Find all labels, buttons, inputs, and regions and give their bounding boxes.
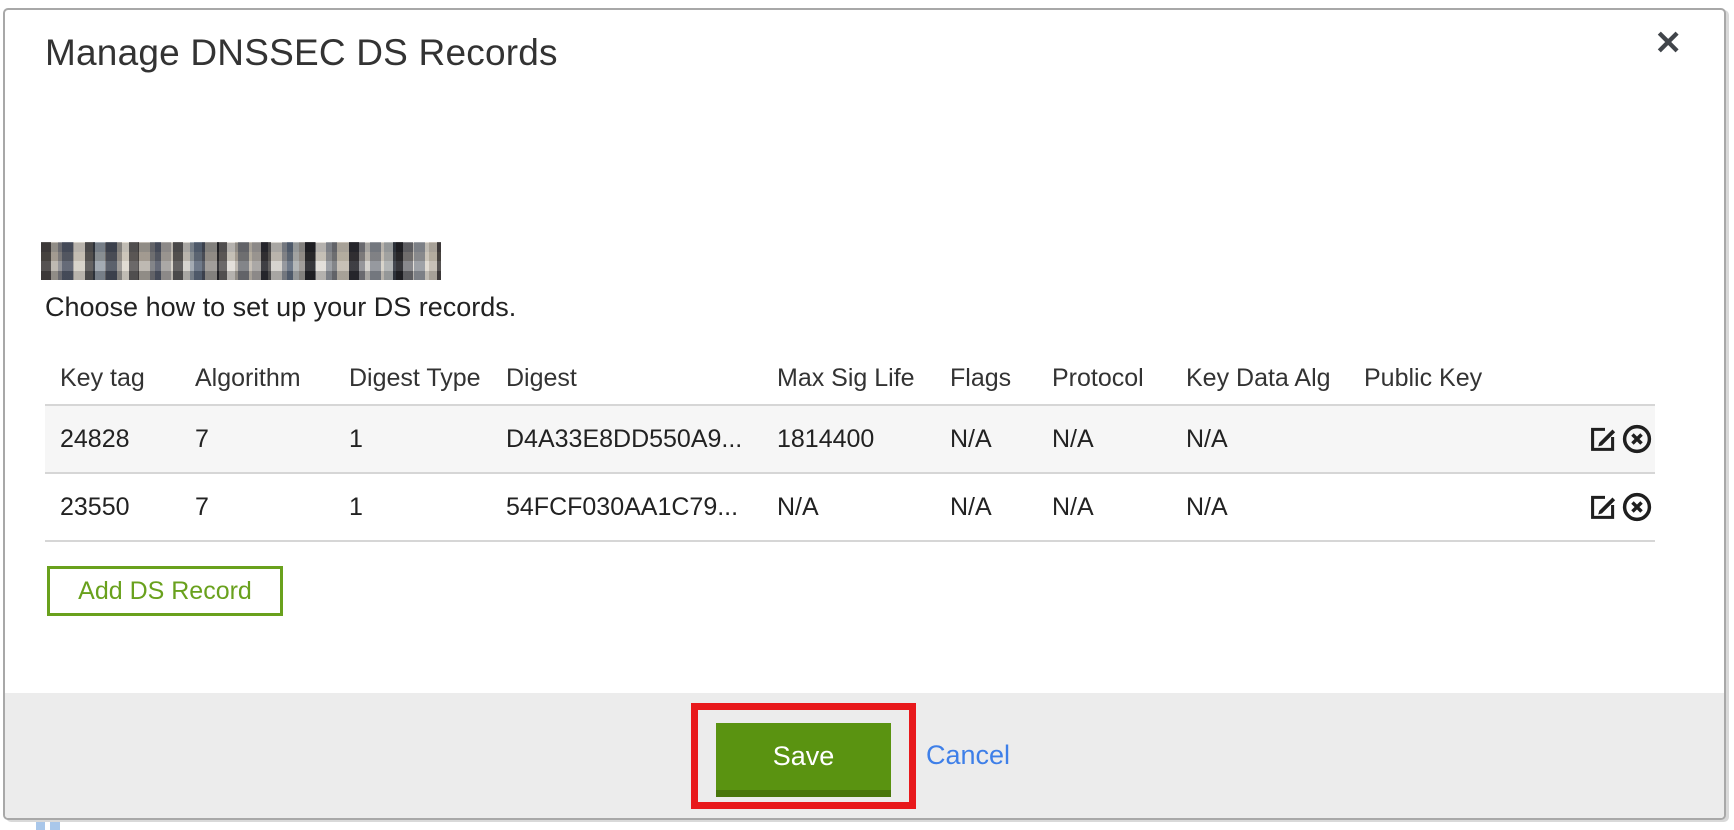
cell-protocol: N/A xyxy=(1037,473,1171,541)
cell-digest-type: 1 xyxy=(334,473,491,541)
cell-algorithm: 7 xyxy=(180,473,334,541)
ds-records-table: Key tag Algorithm Digest Type Digest Max… xyxy=(45,353,1655,542)
background-page-artifact xyxy=(36,822,60,830)
col-header-digest: Digest xyxy=(491,353,762,405)
cell-key-tag: 23550 xyxy=(45,473,180,541)
col-header-algorithm: Algorithm xyxy=(180,353,334,405)
table-row: 24828 7 1 D4A33E8DD550A9... 1814400 N/A … xyxy=(45,405,1655,473)
col-header-flags: Flags xyxy=(935,353,1037,405)
save-annotation-red-box: Save xyxy=(691,703,916,809)
cell-digest: 54FCF030AA1C79... xyxy=(491,473,762,541)
cell-flags: N/A xyxy=(935,405,1037,473)
col-header-public-key: Public Key xyxy=(1349,353,1565,405)
table-header-row: Key tag Algorithm Digest Type Digest Max… xyxy=(45,353,1655,405)
delete-icon xyxy=(1621,491,1653,523)
cell-actions xyxy=(1565,473,1655,541)
edit-icon xyxy=(1587,491,1619,523)
cell-key-data-alg: N/A xyxy=(1171,473,1349,541)
table-row: 23550 7 1 54FCF030AA1C79... N/A N/A N/A … xyxy=(45,473,1655,541)
cell-digest: D4A33E8DD550A9... xyxy=(491,405,762,473)
edit-record-button[interactable] xyxy=(1587,491,1619,523)
dialog-footer: Save Cancel xyxy=(5,693,1724,818)
save-button[interactable]: Save xyxy=(716,723,891,797)
delete-record-button[interactable] xyxy=(1621,491,1653,523)
close-icon[interactable]: ✕ xyxy=(1654,26,1682,59)
add-ds-record-button[interactable]: Add DS Record xyxy=(47,566,283,616)
col-header-actions xyxy=(1565,353,1655,405)
cell-public-key xyxy=(1349,473,1565,541)
cell-max-sig-life: 1814400 xyxy=(762,405,935,473)
col-header-protocol: Protocol xyxy=(1037,353,1171,405)
col-header-key-tag: Key tag xyxy=(45,353,180,405)
col-header-digest-type: Digest Type xyxy=(334,353,491,405)
cell-protocol: N/A xyxy=(1037,405,1171,473)
cell-algorithm: 7 xyxy=(180,405,334,473)
intro-text: Choose how to set up your DS records. xyxy=(45,292,1724,323)
edit-icon xyxy=(1587,423,1619,455)
col-header-key-data-alg: Key Data Alg xyxy=(1171,353,1349,405)
cancel-link[interactable]: Cancel xyxy=(926,740,1010,771)
cell-flags: N/A xyxy=(935,473,1037,541)
cell-max-sig-life: N/A xyxy=(762,473,935,541)
dialog-title: Manage DNSSEC DS Records xyxy=(45,32,1724,74)
edit-record-button[interactable] xyxy=(1587,423,1619,455)
delete-icon xyxy=(1621,423,1653,455)
delete-record-button[interactable] xyxy=(1621,423,1653,455)
cell-digest-type: 1 xyxy=(334,405,491,473)
cell-public-key xyxy=(1349,405,1565,473)
redacted-domain-name xyxy=(41,242,441,280)
col-header-max-sig-life: Max Sig Life xyxy=(762,353,935,405)
manage-dnssec-dialog: Manage DNSSEC DS Records ✕ Choose how to… xyxy=(3,8,1726,820)
cell-key-tag: 24828 xyxy=(45,405,180,473)
cell-actions xyxy=(1565,405,1655,473)
cell-key-data-alg: N/A xyxy=(1171,405,1349,473)
